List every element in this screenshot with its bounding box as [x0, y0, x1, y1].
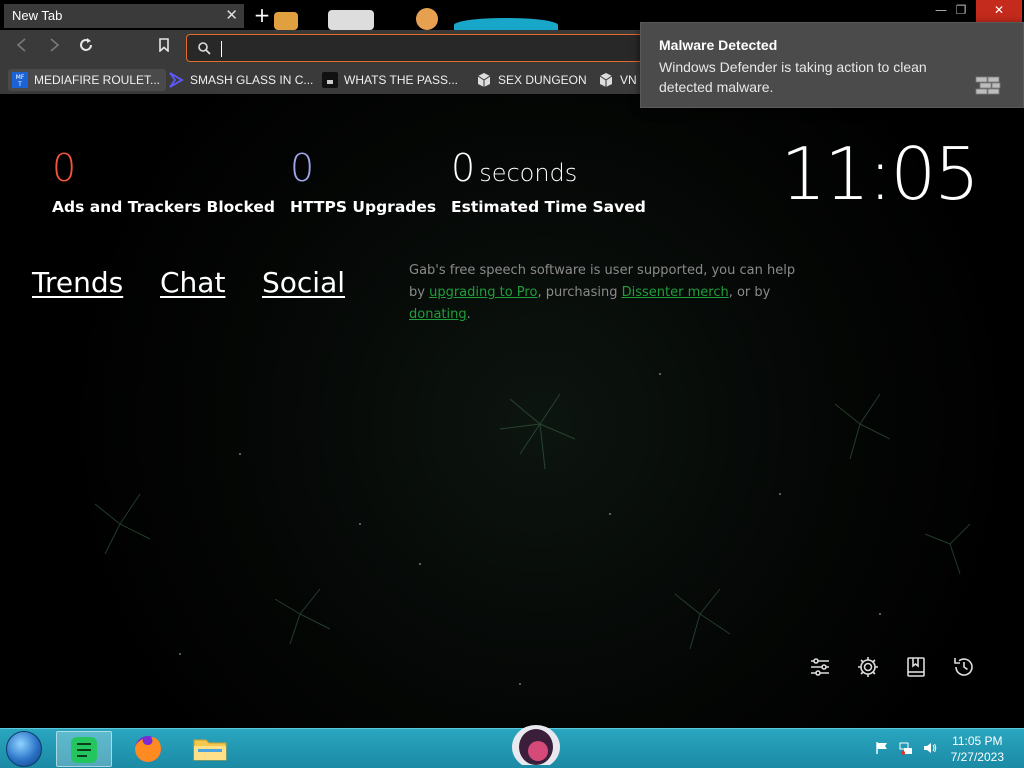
- new-tab-page: 0 Ads and Trackers Blocked 0 HTTPS Upgra…: [0, 94, 1024, 728]
- desktop-shortcut-icon: [274, 12, 298, 30]
- notification-toast[interactable]: Malware Detected Windows Defender is tak…: [640, 22, 1024, 108]
- folder-icon: [193, 739, 227, 761]
- mediafire-icon: MFT: [12, 72, 28, 88]
- notes-app-icon: [71, 737, 97, 763]
- history-icon[interactable]: [951, 654, 977, 680]
- https-upgrades-label: HTTPS Upgrades: [290, 198, 437, 216]
- start-button[interactable]: [6, 731, 42, 767]
- https-upgrades-count: 0: [290, 146, 315, 190]
- time-saved-value: 0 seconds: [451, 146, 577, 190]
- new-tab-button[interactable]: +: [252, 5, 272, 26]
- taskbar-app-notes[interactable]: [56, 731, 112, 767]
- search-icon: [198, 42, 211, 55]
- bookmark-item[interactable]: MF T MEDIAFIRE ROULET...: [8, 69, 167, 91]
- maximize-icon[interactable]: ❐: [946, 0, 976, 22]
- svg-text:T: T: [17, 81, 22, 88]
- promo-text-part: , or by: [728, 285, 771, 300]
- upgrade-pro-link[interactable]: upgrading to Pro: [429, 285, 537, 300]
- customize-sliders-icon[interactable]: [807, 654, 833, 680]
- link-chat[interactable]: Chat: [160, 266, 225, 299]
- firefox-icon: [135, 736, 161, 762]
- time-saved-count: 0: [451, 146, 476, 190]
- window-close-button[interactable]: ✕: [976, 0, 1022, 22]
- action-center-flag-icon[interactable]: [875, 741, 889, 755]
- ads-blocked-count: 0: [52, 146, 77, 190]
- volume-icon[interactable]: [923, 741, 937, 755]
- taskbar-app-explorer[interactable]: [182, 731, 238, 767]
- reload-icon[interactable]: [75, 37, 97, 59]
- browser-tab[interactable]: New Tab ✕: [4, 4, 244, 28]
- forward-icon[interactable]: [43, 37, 65, 59]
- back-icon[interactable]: [11, 37, 33, 59]
- system-clock[interactable]: 11:05 PM 7/27/2023: [951, 733, 1004, 765]
- link-trends[interactable]: Trends: [32, 266, 123, 299]
- promo-text-part: , purchasing: [537, 285, 622, 300]
- taskbar-app-firefox[interactable]: [120, 731, 176, 767]
- time-saved-unit: seconds: [479, 159, 578, 187]
- windows-taskbar: 11:05 PM 7/27/2023: [0, 725, 1024, 768]
- bookmark-label: WHATS THE PASS...: [344, 73, 459, 87]
- cube-icon: [599, 73, 613, 87]
- promo-text: Gab's free speech software is user suppo…: [409, 260, 804, 326]
- taskbar-wallpaper-avatar: [512, 725, 560, 765]
- bookmark-label: VN: [620, 73, 637, 87]
- donate-link[interactable]: donating: [409, 307, 467, 322]
- address-bar[interactable]: [186, 34, 656, 62]
- merch-link[interactable]: Dissenter merch: [622, 285, 729, 300]
- promo-text-part: .: [466, 307, 471, 322]
- desktop-shortcut-icon: [416, 8, 438, 30]
- tab-close-icon[interactable]: ✕: [225, 4, 238, 28]
- desktop-shortcut-icon: [328, 10, 374, 30]
- tab-title: New Tab: [12, 8, 63, 23]
- bookmark-item[interactable]: WHATS THE PASS...: [318, 69, 458, 91]
- chevron-logo-icon: [169, 72, 184, 88]
- bookmark-label: SEX DUNGEON: [498, 73, 587, 87]
- svg-text:MF: MF: [16, 74, 25, 81]
- clock: 11:05: [780, 132, 980, 216]
- bookmark-item[interactable]: SMASH GLASS IN C...: [164, 69, 313, 91]
- lock-site-icon: [322, 72, 338, 88]
- bookmark-icon[interactable]: [153, 37, 175, 59]
- system-time: 11:05 PM: [952, 734, 1003, 748]
- bookmark-label: SMASH GLASS IN C...: [190, 73, 314, 87]
- system-date: 7/27/2023: [950, 750, 1004, 764]
- time-saved-label: Estimated Time Saved: [451, 198, 646, 216]
- network-icon[interactable]: [899, 741, 913, 755]
- bookmark-label: MEDIAFIRE ROULET...: [34, 73, 161, 87]
- notification-body: Windows Defender is taking action to cle…: [659, 59, 927, 95]
- settings-gear-icon[interactable]: [855, 654, 881, 680]
- screen: New Tab ✕ + — ❐ ✕ MF T MEDIAFIRE ROULET.…: [0, 0, 1024, 768]
- cube-icon: [477, 73, 491, 87]
- ads-blocked-label: Ads and Trackers Blocked: [52, 198, 275, 216]
- bookmark-item[interactable]: SEX DUNGEON: [472, 69, 587, 91]
- bookmark-item[interactable]: VN: [594, 69, 637, 91]
- notification-title: Malware Detected: [659, 37, 778, 53]
- text-caret: [221, 41, 222, 57]
- firewall-icon: [975, 76, 1001, 95]
- link-social[interactable]: Social: [262, 266, 345, 299]
- bookmarks-book-icon[interactable]: [903, 654, 929, 680]
